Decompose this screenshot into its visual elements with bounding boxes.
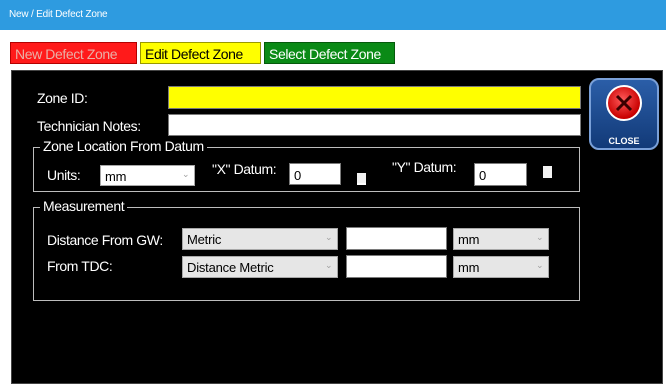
from-tdc-unit-select[interactable]: mm ⌄ bbox=[453, 256, 549, 278]
window-titlebar: New / Edit Defect Zone bbox=[0, 0, 666, 30]
units-select-value: mm bbox=[105, 169, 127, 184]
distance-from-gw-unit-select[interactable]: mm ⌄ bbox=[453, 228, 549, 250]
chevron-down-icon: ⌄ bbox=[325, 232, 333, 242]
measurement-legend: Measurement bbox=[40, 198, 128, 214]
units-select[interactable]: mm ⌄ bbox=[100, 165, 195, 186]
zone-location-legend: Zone Location From Datum bbox=[40, 138, 207, 154]
close-x-icon bbox=[606, 85, 642, 121]
tab-edit-defect-zone[interactable]: Edit Defect Zone bbox=[140, 42, 261, 64]
y-datum-label: "Y" Datum: bbox=[392, 159, 457, 175]
x-datum-label: "X" Datum: bbox=[212, 161, 277, 177]
from-tdc-unit-value: mm bbox=[458, 260, 480, 275]
chevron-down-icon: ⌄ bbox=[182, 169, 190, 179]
from-tdc-label: From TDC: bbox=[47, 258, 113, 274]
units-label: Units: bbox=[47, 167, 81, 183]
technician-notes-input[interactable] bbox=[168, 114, 581, 136]
technician-notes-label: Technician Notes: bbox=[37, 118, 141, 134]
from-tdc-input[interactable] bbox=[346, 255, 447, 278]
window-title: New / Edit Defect Zone bbox=[9, 9, 108, 20]
tab-new-defect-zone[interactable]: New Defect Zone bbox=[10, 42, 137, 64]
x-datum-picker-icon[interactable] bbox=[357, 173, 366, 185]
chevron-down-icon: ⌄ bbox=[536, 260, 544, 270]
distance-from-gw-unit-value: mm bbox=[458, 232, 480, 247]
distance-from-gw-type-select[interactable]: Metric ⌄ bbox=[182, 228, 338, 250]
chevron-down-icon: ⌄ bbox=[536, 232, 544, 242]
from-tdc-type-value: Distance Metric bbox=[187, 260, 274, 275]
y-datum-input[interactable]: 0 bbox=[474, 163, 527, 186]
zone-id-label: Zone ID: bbox=[37, 90, 88, 106]
close-button[interactable]: CLOSE bbox=[589, 78, 659, 150]
x-datum-input[interactable]: 0 bbox=[289, 163, 341, 185]
close-button-label: CLOSE bbox=[608, 136, 640, 146]
from-tdc-type-select[interactable]: Distance Metric ⌄ bbox=[182, 256, 338, 278]
distance-from-gw-type-value: Metric bbox=[187, 232, 222, 247]
measurement-group: Measurement bbox=[33, 198, 580, 301]
distance-from-gw-label: Distance From GW: bbox=[47, 232, 163, 248]
tab-select-defect-zone[interactable]: Select Defect Zone bbox=[264, 42, 395, 64]
zone-id-input[interactable] bbox=[168, 86, 581, 109]
y-datum-picker-icon[interactable] bbox=[543, 166, 552, 178]
distance-from-gw-input[interactable] bbox=[346, 227, 447, 250]
chevron-down-icon: ⌄ bbox=[325, 260, 333, 270]
